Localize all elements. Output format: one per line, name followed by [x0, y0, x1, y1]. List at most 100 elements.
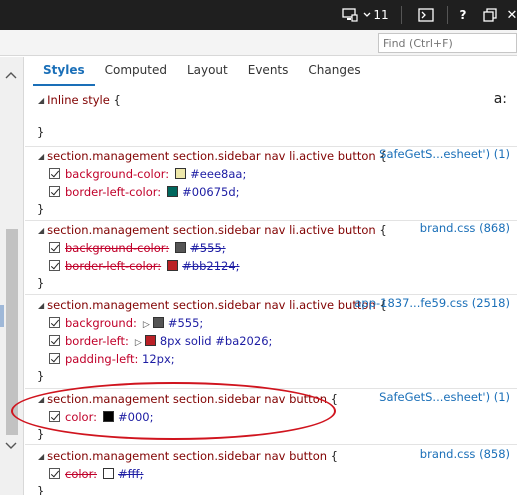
- rule-source-link[interactable]: brand.css (868): [420, 221, 510, 235]
- color-swatch[interactable]: [175, 168, 187, 179]
- brace-close: }: [37, 202, 45, 216]
- help-button[interactable]: ?: [455, 0, 471, 30]
- error-count[interactable]: 11: [372, 0, 390, 30]
- selector-text: section.management section.sidebar nav b…: [47, 392, 328, 406]
- styles-tabs: Styles Computed Layout Events Changes: [25, 57, 517, 86]
- brace-close: }: [37, 276, 45, 290]
- inline-style-header[interactable]: ◢ Inline style {: [38, 91, 121, 109]
- styles-pane: ◢ Inline style { a: } ◢ section.management…: [25, 86, 517, 495]
- tab-events[interactable]: Events: [238, 57, 299, 86]
- find-input[interactable]: [378, 33, 517, 53]
- color-swatch[interactable]: [152, 317, 164, 328]
- selection-marker: [0, 305, 4, 327]
- property-name[interactable]: border-left:: [65, 334, 129, 348]
- brace-close: }: [37, 427, 45, 441]
- divider: [25, 294, 517, 295]
- divider: [447, 6, 448, 24]
- css-property-row[interactable]: background: ▷ #555;: [49, 314, 203, 332]
- property-name[interactable]: background:: [65, 316, 137, 330]
- property-name[interactable]: border-left-color:: [65, 259, 161, 273]
- brace-open: {: [113, 93, 121, 107]
- tab-styles[interactable]: Styles: [33, 57, 95, 86]
- property-checkbox[interactable]: [49, 260, 60, 271]
- brace-close: }: [37, 125, 45, 139]
- rule-selector[interactable]: ◢ section.management section.sidebar nav …: [38, 147, 387, 165]
- rule-selector[interactable]: ◢ section.management section.sidebar nav …: [38, 221, 387, 239]
- devtools-top-bar: 11 ? ✕: [0, 0, 517, 30]
- css-property-row[interactable]: background-color: #555;: [49, 239, 226, 257]
- property-name[interactable]: background-color:: [65, 167, 169, 181]
- property-name[interactable]: padding-left:: [65, 352, 138, 366]
- property-name[interactable]: background-color:: [65, 241, 169, 255]
- collapse-triangle-icon[interactable]: ◢: [38, 391, 44, 409]
- selector-text: section.management section.sidebar nav l…: [47, 223, 376, 237]
- rule-source-link[interactable]: brand.css (858): [420, 447, 510, 461]
- divider: [25, 388, 517, 389]
- scrollbar-thumb[interactable]: [6, 229, 18, 435]
- brace-open: {: [330, 392, 338, 406]
- divider: [25, 444, 517, 445]
- rule-source-link[interactable]: SafeGetS...esheet') (1): [379, 147, 510, 161]
- collapse-triangle-icon[interactable]: ◢: [38, 92, 44, 110]
- collapse-triangle-icon[interactable]: ◢: [38, 148, 44, 166]
- search-bar: [0, 30, 517, 56]
- console-icon[interactable]: [415, 0, 437, 30]
- css-property-row[interactable]: border-left: ▷ 8px solid #ba2026;: [49, 332, 272, 350]
- property-value[interactable]: #eee8aa;: [190, 167, 246, 181]
- css-property-row[interactable]: background-color: #eee8aa;: [49, 165, 246, 183]
- collapse-triangle-icon[interactable]: ◢: [38, 222, 44, 240]
- close-icon[interactable]: ✕: [505, 0, 517, 30]
- tab-layout[interactable]: Layout: [177, 57, 238, 86]
- property-value[interactable]: #fff;: [118, 467, 143, 481]
- selector-text: section.management section.sidebar nav b…: [47, 449, 328, 463]
- color-swatch[interactable]: [167, 186, 179, 197]
- inline-style-label: Inline style: [47, 93, 110, 107]
- rule-selector[interactable]: ◢ section.management section.sidebar nav …: [38, 390, 338, 408]
- css-property-row[interactable]: color: #000;: [49, 408, 153, 426]
- rule-source-link[interactable]: app-1837...fe59.css (2518): [354, 296, 510, 310]
- undock-icon[interactable]: [480, 0, 500, 30]
- chevron-up-icon[interactable]: [5, 71, 17, 82]
- rule-selector[interactable]: ◢ section.management section.sidebar nav …: [38, 296, 387, 314]
- css-property-row[interactable]: border-left-color: #00675d;: [49, 183, 240, 201]
- property-name[interactable]: color:: [65, 410, 97, 424]
- property-value[interactable]: #000;: [118, 410, 153, 424]
- tab-changes[interactable]: Changes: [298, 57, 370, 86]
- property-checkbox[interactable]: [49, 353, 60, 364]
- color-swatch[interactable]: [175, 242, 187, 253]
- selector-text: section.management section.sidebar nav l…: [47, 149, 376, 163]
- property-checkbox[interactable]: [49, 242, 60, 253]
- collapse-triangle-icon[interactable]: ◢: [38, 297, 44, 315]
- monitor-icon[interactable]: [338, 0, 362, 30]
- property-checkbox[interactable]: [49, 411, 60, 422]
- property-value[interactable]: 12px;: [142, 352, 175, 366]
- left-scrollbar[interactable]: [0, 57, 24, 495]
- property-value[interactable]: #bb2124;: [182, 259, 239, 273]
- color-swatch[interactable]: [167, 260, 179, 271]
- property-checkbox[interactable]: [49, 468, 60, 479]
- property-value[interactable]: #555;: [168, 316, 203, 330]
- css-property-row[interactable]: border-left-color: #bb2124;: [49, 257, 240, 275]
- property-value[interactable]: #555;: [190, 241, 225, 255]
- color-swatch[interactable]: [144, 335, 156, 346]
- tab-computed[interactable]: Computed: [95, 57, 177, 86]
- rule-selector[interactable]: ◢ section.management section.sidebar nav …: [38, 447, 338, 465]
- property-checkbox[interactable]: [49, 186, 60, 197]
- property-value[interactable]: 8px solid #ba2026;: [160, 334, 273, 348]
- property-checkbox[interactable]: [49, 317, 60, 328]
- color-swatch[interactable]: [103, 468, 114, 479]
- font-icon[interactable]: a:: [494, 91, 507, 107]
- css-property-row[interactable]: padding-left: 12px;: [49, 350, 175, 368]
- chevron-down-icon[interactable]: [5, 442, 17, 453]
- property-name[interactable]: color:: [65, 467, 97, 481]
- property-value[interactable]: #00675d;: [182, 185, 239, 199]
- brace-close: }: [37, 484, 45, 495]
- property-checkbox[interactable]: [49, 335, 60, 346]
- css-property-row[interactable]: color: #fff;: [49, 465, 143, 483]
- color-swatch[interactable]: [103, 411, 114, 422]
- property-name[interactable]: border-left-color:: [65, 185, 161, 199]
- rule-source-link[interactable]: SafeGetS...esheet') (1): [379, 390, 510, 404]
- collapse-triangle-icon[interactable]: ◢: [38, 448, 44, 466]
- brace-open: {: [330, 449, 338, 463]
- property-checkbox[interactable]: [49, 168, 60, 179]
